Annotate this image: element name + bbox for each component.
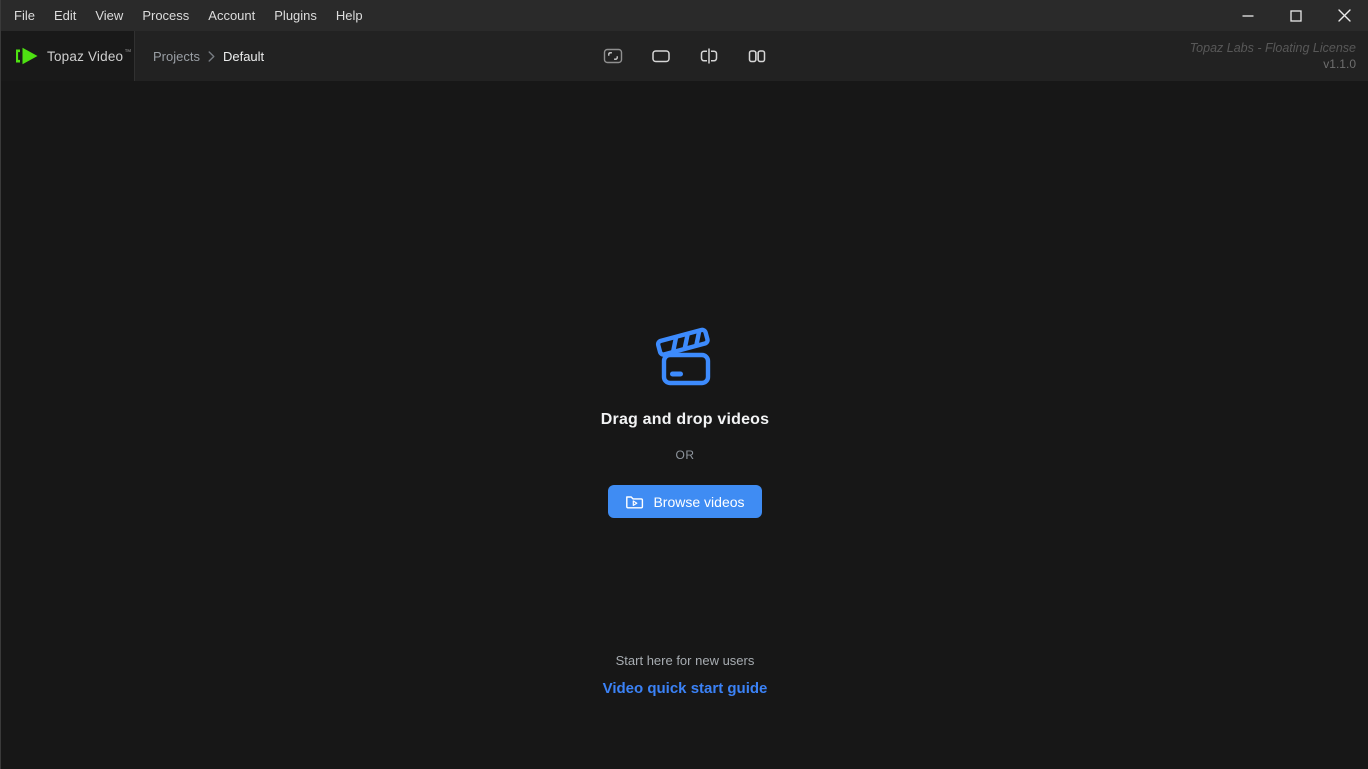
browse-videos-button[interactable]: Browse videos <box>608 485 762 518</box>
license-info: Topaz Labs - Floating License v1.1.0 <box>1190 40 1368 72</box>
single-view-icon <box>651 47 671 65</box>
menu-edit[interactable]: Edit <box>54 8 76 23</box>
license-type-text: Topaz Labs - Floating License <box>1189 41 1356 55</box>
browse-videos-label: Browse videos <box>653 493 745 510</box>
dropzone-title: Drag and drop videos <box>600 411 770 428</box>
menu-bar: File Edit View Process Account Plugins H… <box>1 0 1368 31</box>
menu-file[interactable]: File <box>14 8 35 23</box>
minimize-button[interactable] <box>1224 0 1272 31</box>
view-mode-split-button[interactable] <box>699 46 719 66</box>
close-icon <box>1337 9 1351 22</box>
menu-account[interactable]: Account <box>208 8 255 23</box>
or-separator-label: OR <box>675 448 695 462</box>
menu-view[interactable]: View <box>95 8 123 23</box>
breadcrumb: Projects Default <box>153 49 264 64</box>
fit-view-icon <box>603 47 623 65</box>
logo-text: Topaz Video™ <box>47 48 132 64</box>
maximize-icon <box>1290 9 1302 22</box>
menu-help[interactable]: Help <box>336 8 363 23</box>
folder-play-icon <box>625 494 644 510</box>
side-by-side-view-icon <box>747 47 767 65</box>
new-users-helper-text: Start here for new users <box>615 653 755 668</box>
maximize-button[interactable] <box>1272 0 1320 31</box>
quick-start-guide-link[interactable]: Video quick start guide <box>603 680 768 697</box>
split-view-icon <box>699 47 719 65</box>
view-mode-switcher <box>603 31 767 81</box>
minimize-icon <box>1242 10 1254 22</box>
green-play-icon <box>14 47 39 65</box>
window-controls <box>1224 0 1368 31</box>
trademark-mark: ™ <box>124 48 132 56</box>
breadcrumb-projects[interactable]: Projects <box>153 49 200 64</box>
video-drop-zone[interactable]: Drag and drop videos OR Browse videos St… <box>2 81 1368 769</box>
view-mode-side-by-side-button[interactable] <box>747 46 767 66</box>
view-mode-single-button[interactable] <box>651 46 671 66</box>
app-logo: Topaz Video™ <box>1 31 135 81</box>
app-version-text: v1.1.0 <box>1323 57 1356 71</box>
chevron-right-icon <box>208 50 215 62</box>
menu-plugins[interactable]: Plugins <box>274 8 317 23</box>
app-header: Topaz Video™ Projects Default Topaz Labs… <box>1 31 1368 81</box>
close-button[interactable] <box>1320 0 1368 31</box>
clapperboard-icon <box>2 327 1368 395</box>
view-mode-fit-button[interactable] <box>603 46 623 66</box>
menu-process[interactable]: Process <box>142 8 189 23</box>
breadcrumb-current-project: Default <box>222 48 265 64</box>
